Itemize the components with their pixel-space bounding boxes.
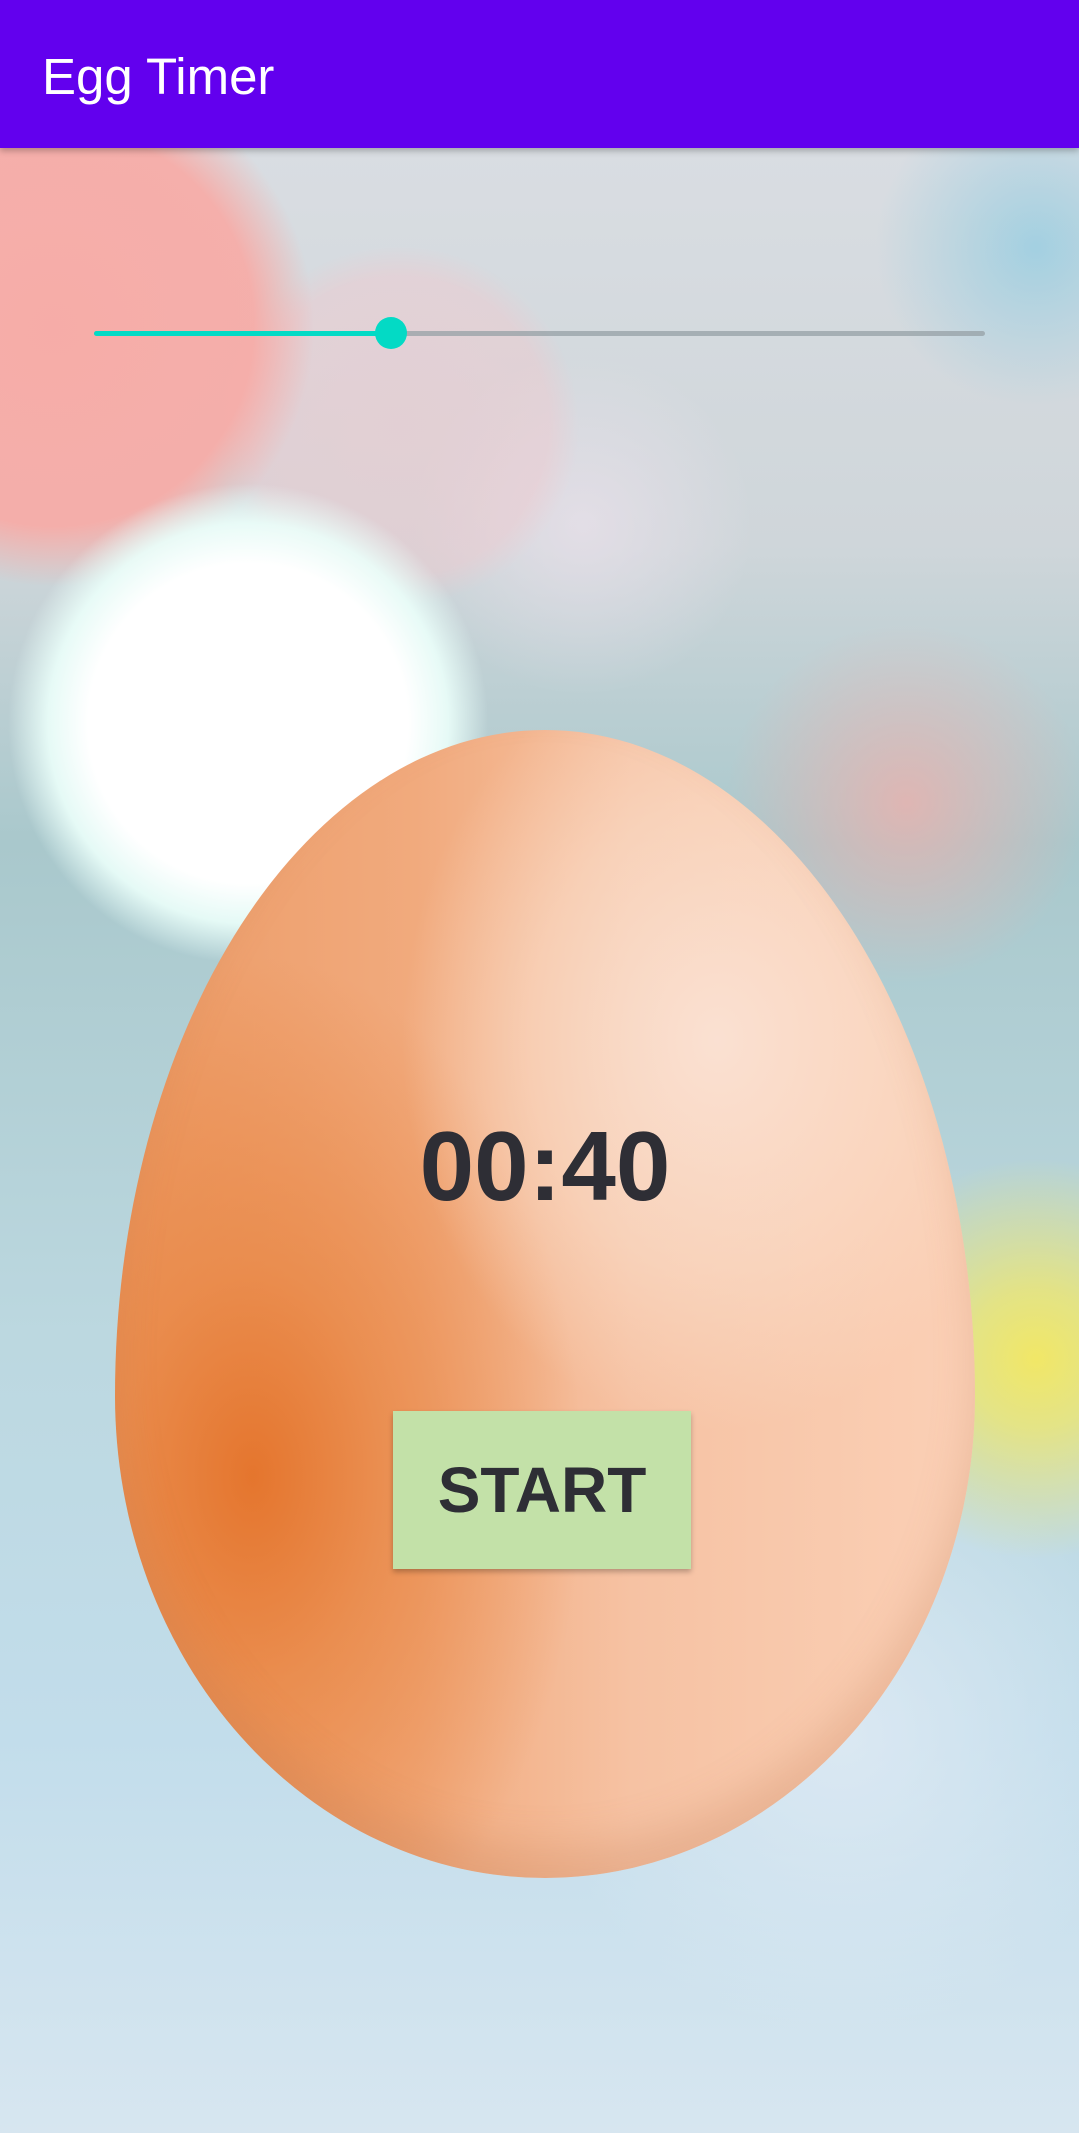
app-bar: Egg Timer <box>0 0 1079 148</box>
start-button[interactable]: START <box>393 1411 691 1569</box>
timer-display: 00:40 <box>419 1111 671 1221</box>
seekbar-progress <box>94 331 391 336</box>
seekbar-thumb[interactable] <box>374 317 407 349</box>
time-seekbar[interactable] <box>94 314 985 352</box>
app-title: Egg Timer <box>42 48 275 105</box>
